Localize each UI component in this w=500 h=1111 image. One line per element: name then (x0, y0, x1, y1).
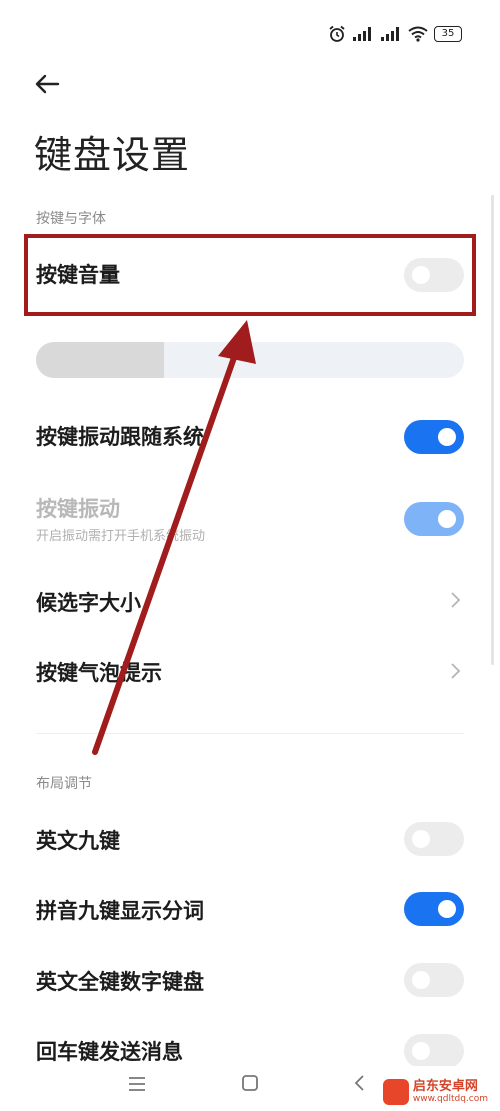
signal-icon-2 (381, 27, 399, 41)
key-vibration-toggle[interactable] (404, 502, 464, 536)
vibration-follow-system-toggle[interactable] (404, 420, 464, 454)
watermark-name: 启东安卓网 (412, 1079, 478, 1094)
candidate-font-size-label[interactable]: 候选字大小 (36, 587, 141, 617)
key-vibration-label: 按键振动 (36, 497, 120, 521)
wifi-icon (408, 26, 428, 42)
watermark-logo-icon (382, 1079, 409, 1105)
status-bar: 35 (328, 18, 462, 50)
english-full-key-numpad-label: 英文全键数字键盘 (36, 970, 204, 994)
enter-send-message-toggle[interactable] (404, 1034, 464, 1068)
section-header-keys-fonts: 按键与字体 (36, 211, 106, 227)
slider-fill (36, 342, 165, 378)
english-nine-key-label: 英文九键 (36, 829, 120, 853)
section-divider (36, 733, 464, 734)
english-nine-key-toggle[interactable] (404, 822, 464, 856)
back-button[interactable] (30, 64, 70, 104)
alarm-icon (329, 25, 345, 42)
back-nav-icon[interactable] (352, 1073, 368, 1093)
battery-icon: 35 (434, 26, 462, 42)
chevron-right-icon (451, 663, 461, 679)
chevron-right-icon (451, 592, 461, 608)
key-vibration-subtitle: 开启振动需打开手机系统振动 (36, 529, 206, 544)
key-volume-slider[interactable] (36, 342, 464, 378)
vibration-follow-system-label: 按键振动跟随系统 (36, 425, 204, 449)
watermark: 启东安卓网 www.qdltdq.com (382, 1079, 488, 1105)
enter-send-message-label: 回车键发送消息 (36, 1040, 183, 1064)
watermark-url: www.qdltdq.com (412, 1094, 488, 1104)
pinyin-nine-key-toggle[interactable] (404, 892, 464, 926)
english-full-key-numpad-toggle[interactable] (404, 963, 464, 997)
page-title: 键盘设置 (34, 133, 191, 177)
scrollbar[interactable] (491, 195, 494, 665)
home-icon[interactable] (240, 1073, 260, 1093)
signal-icon (353, 27, 371, 41)
pinyin-nine-key-label: 拼音九键显示分词 (36, 899, 204, 923)
back-arrow-icon (35, 74, 60, 94)
menu-icon[interactable] (126, 1074, 148, 1094)
annotation-highlight-box (24, 234, 476, 316)
key-bubble-hint-label[interactable]: 按键气泡提示 (36, 657, 162, 687)
section-header-layout: 布局调节 (36, 776, 92, 792)
